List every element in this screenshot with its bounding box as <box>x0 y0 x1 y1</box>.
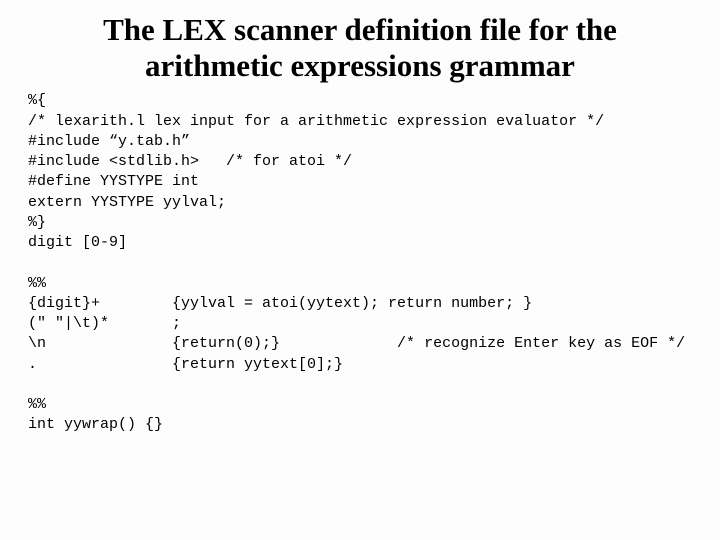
slide-title: The LEX scanner definition file for the … <box>80 12 640 83</box>
code-block: %{ /* lexarith.l lex input for a arithme… <box>28 91 692 435</box>
